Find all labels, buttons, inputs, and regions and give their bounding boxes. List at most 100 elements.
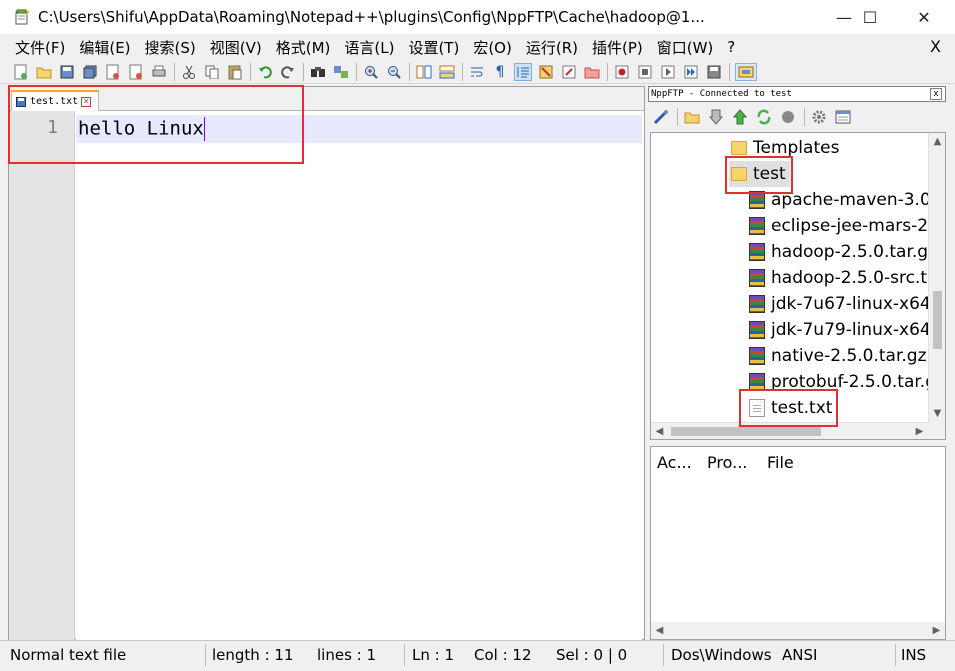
menu-file[interactable]: 文件(F)	[8, 37, 72, 58]
tree-item-hadoop-src[interactable]: hadoop-2.5.0-src.tar	[749, 265, 944, 291]
doc-map-icon[interactable]	[560, 63, 578, 81]
zoom-out-icon[interactable]	[385, 63, 403, 81]
status-insert-mode: INS	[901, 646, 927, 664]
menu-macro[interactable]: 宏(O)	[466, 37, 519, 58]
maximize-button[interactable]: ☐	[847, 0, 893, 34]
tree-vertical-scrollbar[interactable]: ▲ ▼	[928, 133, 945, 422]
tab-test-txt[interactable]: test.txt ✕	[11, 90, 99, 111]
redo-icon[interactable]	[279, 63, 297, 81]
tree-item-hadoop[interactable]: hadoop-2.5.0.tar.gz	[749, 239, 937, 265]
nppftp-close-icon[interactable]: x	[930, 88, 942, 100]
tree-item-protobuf[interactable]: protobuf-2.5.0.tar.g	[749, 369, 936, 395]
scroll-thumb[interactable]	[671, 427, 821, 436]
paste-icon[interactable]	[226, 63, 244, 81]
queue-header: Ac... Pro... File	[651, 447, 945, 477]
nppftp-toolbar	[652, 106, 858, 128]
menu-window[interactable]: 窗口(W)	[650, 37, 721, 58]
tab-close-icon[interactable]: ✕	[81, 96, 92, 107]
tree-item-jdk-7u67[interactable]: jdk-7u67-linux-x64.	[749, 291, 936, 317]
close-window-button[interactable]: ✕	[893, 0, 955, 34]
nppftp-panel-toggle-icon[interactable]	[735, 62, 757, 81]
document-tab-bar: test.txt ✕	[9, 87, 644, 111]
undo-icon[interactable]	[256, 63, 274, 81]
scroll-left-icon[interactable]: ◀	[651, 423, 668, 439]
find-icon[interactable]	[309, 63, 327, 81]
message-window-icon[interactable]	[834, 108, 852, 126]
tree-item-jdk-7u79[interactable]: jdk-7u79-linux-x64.	[749, 317, 936, 343]
remote-file-tree[interactable]: Templates test apache-maven-3.0.5 eclips…	[650, 132, 946, 440]
tree-item-native[interactable]: native-2.5.0.tar.gz	[749, 343, 927, 369]
archive-icon	[749, 321, 765, 339]
queue-column-progress[interactable]: Pro...	[701, 453, 761, 472]
open-directory-icon[interactable]	[683, 108, 701, 126]
nppftp-panel: NppFTP - Connected to test x Templates t…	[648, 86, 948, 642]
toolbar-separator	[804, 108, 805, 126]
download-icon[interactable]	[707, 108, 725, 126]
sync-vertical-icon[interactable]	[415, 63, 433, 81]
save-all-icon[interactable]	[81, 63, 99, 81]
run-macro-multiple-icon[interactable]	[682, 63, 700, 81]
menu-view[interactable]: 视图(V)	[203, 37, 269, 58]
close-file-icon[interactable]	[104, 63, 122, 81]
copy-icon[interactable]	[203, 63, 221, 81]
folder-icon	[731, 167, 747, 181]
text-editor[interactable]: hello Linux	[76, 111, 642, 641]
tree-item-label: jdk-7u79-linux-x64.	[771, 320, 937, 340]
tree-item-test-txt[interactable]: test.txt	[749, 395, 832, 421]
tree-horizontal-scrollbar[interactable]: ◀ ▶	[651, 422, 928, 439]
scroll-up-icon[interactable]: ▲	[929, 133, 945, 150]
menu-edit[interactable]: 编辑(E)	[72, 37, 137, 58]
queue-column-action[interactable]: Ac...	[651, 453, 701, 472]
tree-item-apache-maven[interactable]: apache-maven-3.0.5	[749, 187, 945, 213]
menu-plugins[interactable]: 插件(P)	[585, 37, 650, 58]
print-icon[interactable]	[150, 63, 168, 81]
tree-item-templates[interactable]: Templates	[731, 135, 839, 161]
refresh-icon[interactable]	[755, 108, 773, 126]
cut-icon[interactable]	[180, 63, 198, 81]
close-all-icon[interactable]	[127, 63, 145, 81]
indent-guide-icon[interactable]	[514, 62, 532, 81]
menu-settings[interactable]: 设置(T)	[401, 37, 466, 58]
folder-workspace-icon[interactable]	[583, 63, 601, 81]
scroll-right-icon[interactable]: ▶	[928, 622, 945, 639]
scroll-left-icon[interactable]: ◀	[651, 622, 668, 639]
settings-gear-icon[interactable]	[810, 108, 828, 126]
abort-icon[interactable]	[779, 108, 797, 126]
stop-macro-icon[interactable]	[636, 63, 654, 81]
word-wrap-icon[interactable]	[468, 63, 486, 81]
connect-icon[interactable]	[652, 108, 670, 126]
tree-item-label: eclipse-jee-mars-2-	[771, 216, 935, 236]
tree-item-label: hadoop-2.5.0-src.tar	[771, 268, 945, 288]
sync-horizontal-icon[interactable]	[438, 63, 456, 81]
scroll-down-icon[interactable]: ▼	[929, 405, 945, 422]
udl-icon[interactable]	[537, 63, 555, 81]
replace-icon[interactable]	[332, 63, 350, 81]
tree-item-eclipse[interactable]: eclipse-jee-mars-2-	[749, 213, 934, 239]
play-macro-icon[interactable]	[659, 63, 677, 81]
main-toolbar: ¶	[0, 60, 955, 84]
scroll-right-icon[interactable]: ▶	[911, 423, 928, 439]
open-file-icon[interactable]	[35, 63, 53, 81]
status-separator	[663, 644, 664, 666]
new-file-icon[interactable]	[12, 63, 30, 81]
menu-help[interactable]: ?	[720, 38, 742, 56]
close-document-button[interactable]: X	[930, 37, 941, 56]
show-all-chars-icon[interactable]: ¶	[491, 63, 509, 81]
menu-format[interactable]: 格式(M)	[269, 37, 338, 58]
toolbar-separator	[729, 62, 730, 81]
menu-search[interactable]: 搜索(S)	[138, 37, 203, 58]
queue-horizontal-scrollbar[interactable]: ◀ ▶	[651, 622, 945, 639]
queue-column-file[interactable]: File	[761, 453, 794, 472]
record-macro-icon[interactable]	[613, 63, 631, 81]
save-macro-icon[interactable]	[705, 63, 723, 81]
zoom-in-icon[interactable]	[362, 63, 380, 81]
scroll-thumb[interactable]	[933, 291, 942, 349]
upload-icon[interactable]	[731, 108, 749, 126]
tree-item-test-folder[interactable]: test	[729, 161, 790, 187]
editor-pane: test.txt ✕ 1 hello Linux	[8, 86, 645, 641]
menu-bar: 文件(F) 编辑(E) 搜索(S) 视图(V) 格式(M) 语言(L) 设置(T…	[0, 34, 955, 60]
menu-language[interactable]: 语言(L)	[337, 37, 401, 58]
menu-run[interactable]: 运行(R)	[519, 37, 585, 58]
save-icon[interactable]	[58, 63, 76, 81]
text-caret	[203, 117, 205, 141]
